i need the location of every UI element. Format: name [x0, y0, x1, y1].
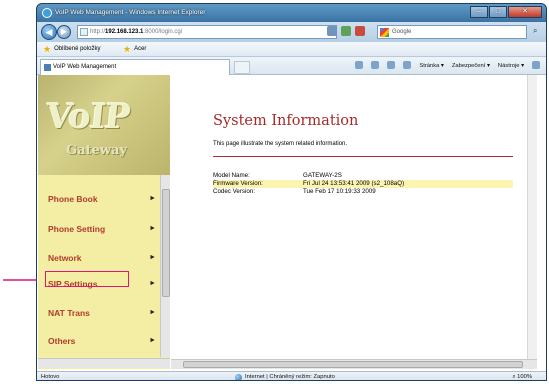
content-scrollbar[interactable] — [527, 75, 537, 359]
address-row: ◀ ▶ http://192.168.123.1:8000/login.cgi … — [37, 22, 546, 42]
info-key: Firmware Version: — [213, 180, 263, 187]
menu-item-phone-book[interactable]: Phone Book ► — [38, 187, 158, 211]
voip-logo: VoIP Gateway — [38, 75, 170, 175]
page-viewport: VoIP Gateway Phone Book ► Phone Setting … — [37, 75, 546, 371]
favorites-button[interactable]: ★ Oblíbené položky — [43, 42, 100, 57]
info-key: Model Name: — [213, 172, 250, 179]
info-value: GATEWAY-2S — [303, 172, 342, 179]
ie-logo-icon — [42, 8, 52, 18]
info-row-model: Model Name: GATEWAY-2S — [213, 172, 513, 180]
sip-settings-highlight — [45, 271, 129, 287]
info-value: Fri Jul 24 13:53:41 2009 (s2_108aQ) — [303, 180, 405, 187]
menu-item-label: NAT Trans — [48, 308, 90, 318]
menu-item-phone-setting[interactable]: Phone Setting ► — [38, 217, 158, 241]
menu-item-nat-trans[interactable]: NAT Trans ► — [38, 301, 158, 325]
arrow-right-icon: ► — [149, 309, 156, 316]
search-icon[interactable]: ⌕ — [533, 26, 537, 36]
search-input[interactable]: Google — [377, 25, 527, 39]
menu-item-label: Others — [48, 336, 76, 346]
menu-hscrollbar[interactable] — [38, 358, 170, 368]
window-titlebar: VoIP Web Management - Windows Internet E… — [37, 4, 546, 22]
address-bar[interactable]: http://192.168.123.1:8000/login.cgi — [77, 25, 337, 39]
fav-link-label: Acer — [134, 46, 147, 52]
fav-link-acer[interactable]: ★ Acer — [123, 42, 146, 57]
globe-icon — [235, 373, 242, 380]
info-key: Codec Version: — [213, 188, 255, 195]
feeds-icon — [371, 61, 380, 70]
tools-menu[interactable]: Nástroje ▾ — [498, 60, 524, 72]
menu-scrollbar[interactable] — [160, 175, 170, 357]
command-bar: Stránka ▾ Zabezpečení ▾ Nástroje ▾ — [355, 60, 540, 72]
feeds-button[interactable] — [371, 60, 380, 72]
forward-button[interactable]: ▶ — [57, 25, 71, 39]
menu-item-network[interactable]: Network ► — [38, 246, 158, 270]
mail-button[interactable] — [387, 60, 396, 72]
tab-bar: VoIP Web Management Stránka ▾ Zabezpečen… — [37, 57, 546, 75]
left-menu-frame: VoIP Gateway Phone Book ► Phone Setting … — [38, 75, 170, 369]
close-button[interactable]: ✕ — [508, 6, 542, 18]
menu-scroll-thumb[interactable] — [162, 189, 170, 297]
page-subtitle: This page illustrate the system related … — [213, 141, 348, 147]
arrow-right-icon: ► — [149, 280, 156, 287]
address-tools — [327, 26, 365, 36]
menu-item-label: Phone Setting — [48, 224, 106, 234]
dropdown-icon[interactable] — [327, 26, 337, 36]
google-icon — [380, 28, 389, 37]
refresh-icon[interactable] — [341, 26, 351, 36]
status-text: Hotovo — [41, 374, 60, 380]
arrow-right-icon: ► — [149, 195, 156, 202]
help-button[interactable] — [532, 60, 540, 72]
zoom-value: 100% — [517, 374, 532, 380]
logo-sub: Gateway — [66, 143, 127, 158]
status-bar: Hotovo Internet | Chráněný režim: Zapnut… — [37, 371, 546, 380]
menu-item-label: Phone Book — [48, 194, 98, 204]
tab-title: VoIP Web Management — [53, 64, 117, 70]
window-controls: – □ ✕ — [470, 6, 542, 18]
home-icon — [355, 61, 364, 70]
security-zone[interactable]: Internet | Chráněný režim: Zapnuto — [235, 372, 335, 380]
system-info-table: Model Name: GATEWAY-2S Firmware Version:… — [213, 172, 513, 196]
menu-item-label: Network — [48, 253, 82, 263]
url-host: 192.168.123.1 — [105, 29, 144, 35]
mail-icon — [387, 61, 396, 70]
page-icon — [80, 28, 88, 36]
maximize-button[interactable]: □ — [489, 6, 507, 18]
safety-menu[interactable]: Zabezpečení ▾ — [452, 60, 490, 72]
content-hscrollbar[interactable] — [171, 359, 537, 369]
page-title: System Information — [213, 113, 359, 129]
title-divider — [213, 156, 513, 157]
favorites-label: Oblíbené položky — [54, 46, 101, 52]
info-row-firmware: Firmware Version: Fri Jul 24 13:53:41 20… — [213, 180, 513, 188]
add-favorite-icon: ★ — [123, 44, 132, 54]
browser-window: VoIP Web Management - Windows Internet E… — [36, 3, 547, 381]
menu-item-others[interactable]: Others ► — [38, 329, 158, 353]
logo-main: VoIP — [43, 97, 132, 137]
arrow-right-icon: ► — [149, 337, 156, 344]
arrow-right-icon: ► — [149, 225, 156, 232]
stop-icon[interactable] — [355, 26, 365, 36]
search-provider: Google — [392, 29, 412, 35]
zoom-level[interactable]: ⌕ 100% — [512, 372, 532, 380]
arrow-right-icon: ► — [149, 254, 156, 261]
hscroll-thumb[interactable] — [183, 361, 523, 368]
url-path: :8000/login.cgi — [143, 29, 183, 35]
info-value: Tue Feb 17 10:19:33 2009 — [303, 188, 376, 195]
window-title: VoIP Web Management - Windows Internet E… — [55, 9, 206, 16]
back-button[interactable]: ◀ — [41, 24, 57, 40]
page-menu[interactable]: Stránka ▾ — [419, 60, 444, 72]
tab-favicon-icon — [44, 64, 51, 71]
favorites-bar: ★ Oblíbené položky ★ Acer — [37, 42, 546, 57]
print-icon — [403, 61, 412, 70]
url-prefix: http:// — [90, 29, 106, 35]
minimize-button[interactable]: – — [470, 6, 488, 18]
home-button[interactable] — [355, 60, 364, 72]
info-row-codec: Codec Version: Tue Feb 17 10:19:33 2009 — [213, 188, 513, 196]
zone-label: Internet | Chráněný režim: Zapnuto — [245, 374, 335, 380]
tab-voip[interactable]: VoIP Web Management — [40, 59, 230, 75]
content-frame: System Information This page illustrate … — [171, 75, 537, 369]
print-button[interactable] — [403, 60, 412, 72]
new-tab-button[interactable] — [234, 61, 250, 74]
help-icon — [532, 61, 540, 70]
star-icon: ★ — [43, 44, 52, 54]
